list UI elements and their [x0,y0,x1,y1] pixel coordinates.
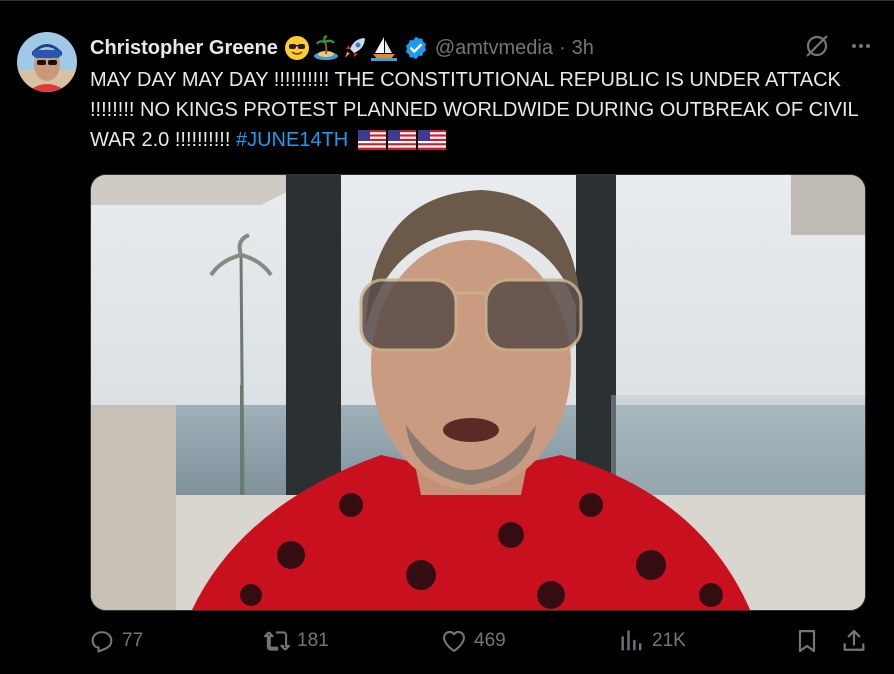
repost-icon [264,631,290,651]
desert-island-emoji [313,34,339,61]
like-count: 469 [474,630,506,651]
more-options-icon[interactable] [848,33,874,64]
reply-count: 77 [122,630,144,651]
share-button[interactable] [840,627,868,655]
tweet-card: Christopher Greene @amtvmedia · 3h MAY D… [0,0,894,674]
avatar[interactable] [17,32,77,92]
hashtag-link[interactable]: #JUNE14TH [236,129,348,151]
header-actions [804,33,874,64]
views-button[interactable]: 21K [618,627,686,655]
sailboat-emoji [370,35,397,61]
display-name[interactable]: Christopher Greene [90,37,278,60]
action-bar: 77 181 469 21K [88,627,870,663]
rocket-emoji [342,35,368,61]
views-chart-icon [621,630,642,651]
timestamp[interactable]: 3h [572,37,594,60]
name-emojis [284,34,397,61]
reply-icon [91,631,113,653]
handle[interactable]: @amtvmedia [435,37,553,60]
verified-badge-icon[interactable] [403,35,429,61]
tweet-text: MAY DAY MAY DAY !!!!!!!!!! THE CONSTITUT… [90,65,870,159]
share-icon [843,629,865,651]
bookmark-icon [798,629,816,653]
repost-button[interactable]: 181 [263,627,329,655]
repost-count: 181 [297,630,329,651]
bookmark-button[interactable] [793,627,821,655]
tweet-header: Christopher Greene @amtvmedia · 3h [90,33,874,63]
us-flag-emoji [357,129,386,159]
tweet-body: MAY DAY MAY DAY !!!!!!!!!! THE CONSTITUT… [90,69,858,151]
separator-dot: · [558,36,566,59]
us-flag-emoji [387,129,416,159]
tweet-video[interactable] [90,174,866,611]
heart-icon [443,630,465,652]
trailing-emojis [357,129,446,159]
smiling-face-with-sunglasses-emoji [284,35,310,61]
like-button[interactable]: 469 [440,627,506,655]
us-flag-emoji [417,129,446,159]
view-count: 21K [652,630,686,651]
grok-icon[interactable] [804,33,830,64]
reply-button[interactable]: 77 [88,627,143,655]
